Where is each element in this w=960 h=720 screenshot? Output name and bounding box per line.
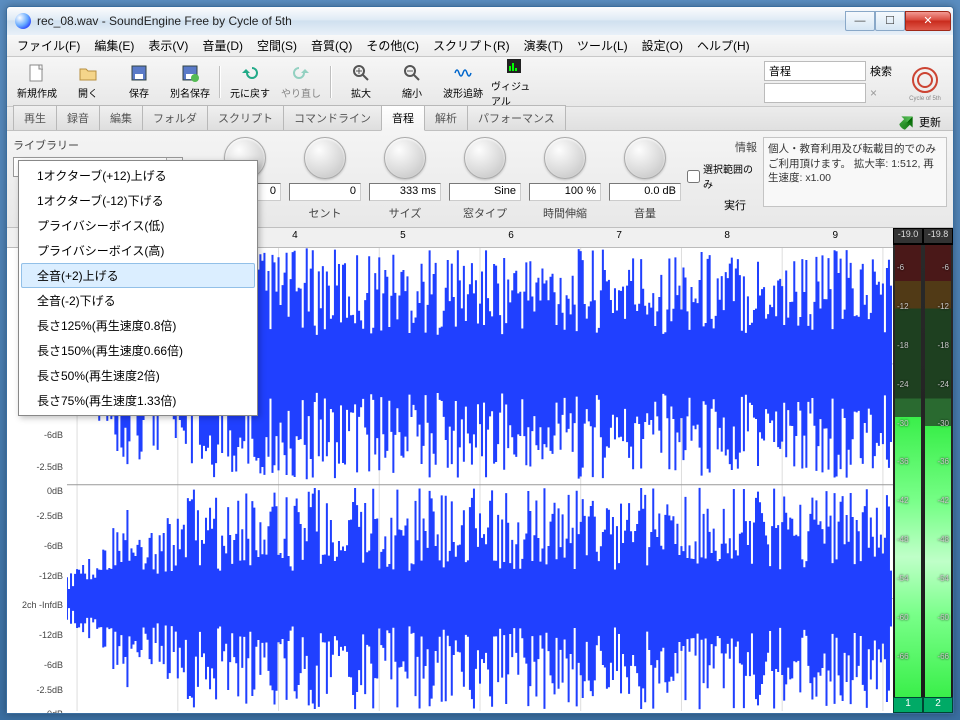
level-meter: -19.0 -19.8 -6-6-12-12-18-18-24-24-30-30… [893,228,953,713]
meter-channel-2[interactable]: 2 [923,697,953,713]
knob-1[interactable] [304,137,346,179]
menu-ヘルプ[interactable]: ヘルプ(H) [691,34,756,57]
refresh-icon [896,111,919,134]
maximize-button[interactable]: ☐ [875,11,905,31]
zoomout-icon [402,63,422,83]
menu-編集[interactable]: 編集(E) [88,34,140,57]
dropdown-item-5[interactable]: 全音(-2)下げる [21,288,255,313]
open-button[interactable]: 開く [64,60,112,104]
value-3[interactable]: Sine [449,183,521,201]
saveas-icon [180,63,200,83]
dropdown-item-6[interactable]: 長さ125%(再生速度0.8倍) [21,313,255,338]
pitch-search-input[interactable] [764,61,866,81]
menu-空間[interactable]: 空間(S) [251,34,303,57]
meter-channel-1[interactable]: 1 [893,697,923,713]
zoomin-button[interactable]: 拡大 [337,60,385,104]
menu-表示[interactable]: 表示(V) [142,34,194,57]
redo-button: やり直し [277,60,325,104]
dropdown-item-0[interactable]: 1オクターブ(+12)上げる [21,163,255,188]
redo-icon [291,63,311,83]
dropdown-item-3[interactable]: プライバシーボイス(高) [21,238,255,263]
zoomout-button[interactable]: 縮小 [388,60,436,104]
update-button[interactable]: 更新 [899,114,947,130]
menu-演奏[interactable]: 演奏(T) [518,34,569,57]
zoomin-icon [351,63,371,83]
tab-0[interactable]: 再生 [13,105,57,130]
dropdown-item-1[interactable]: 1オクターブ(-12)下げる [21,188,255,213]
value-1[interactable]: 0 [289,183,361,201]
meter-peak-right: -19.8 [923,228,953,244]
library-dropdown[interactable]: 1オクターブ(+12)上げる1オクターブ(-12)下げるプライバシーボイス(低)… [18,160,258,416]
selection-only-checkbox[interactable]: 選択範囲のみ [687,161,757,191]
save-button[interactable]: 保存 [115,60,163,104]
tab-2[interactable]: 編集 [99,105,143,130]
close-button[interactable]: ✕ [905,11,951,31]
open-icon [78,63,98,83]
undo-button[interactable]: 元に戻す [226,60,274,104]
menu-その他[interactable]: その他(C) [360,34,425,57]
run-button[interactable]: 実行 [713,197,757,213]
dropdown-item-2[interactable]: プライバシーボイス(低) [21,213,255,238]
value-5[interactable]: 0.0 dB [609,183,681,201]
tab-1[interactable]: 録音 [56,105,100,130]
menu-音質[interactable]: 音質(Q) [305,34,358,57]
tab-strip: 再生録音編集フォルダスクリプトコマンドライン音程解析パフォーマンス 更新 [7,107,953,131]
saveas-button[interactable]: 別名保存 [166,60,214,104]
dropdown-item-4[interactable]: 全音(+2)上げる [21,263,255,288]
dropdown-item-9[interactable]: 長さ75%(再生速度1.33倍) [21,388,255,413]
info-label: 情報 [735,139,757,155]
menu-設定[interactable]: 設定(O) [636,34,689,57]
new-button[interactable]: 新規作成 [13,60,61,104]
menu-音量[interactable]: 音量(D) [196,34,249,57]
value-2[interactable]: 333 ms [369,183,441,201]
menu-スクリプト[interactable]: スクリプト(R) [427,34,516,57]
knob-2[interactable] [384,137,426,179]
menubar: ファイル(F)編集(E)表示(V)音量(D)空間(S)音質(Q)その他(C)スク… [7,35,953,57]
tab-5[interactable]: コマンドライン [283,105,382,130]
knob-3[interactable] [464,137,506,179]
tab-4[interactable]: スクリプト [207,105,284,130]
dropdown-item-8[interactable]: 長さ50%(再生速度2倍) [21,363,255,388]
toolbar: 新規作成開く保存別名保存元に戻すやり直し拡大縮小波形追跡ヴィジュアル 検索 × Cyc… [7,57,953,107]
clear-icon[interactable]: × [870,86,877,100]
knob-4[interactable] [544,137,586,179]
window-title: rec_08.wav - SoundEngine Free by Cycle o… [37,14,839,28]
dropdown-item-7[interactable]: 長さ150%(再生速度0.66倍) [21,338,255,363]
value-4[interactable]: 100 % [529,183,601,201]
new-icon [27,63,47,83]
minimize-button[interactable]: ― [845,11,875,31]
tab-7[interactable]: 解析 [424,105,468,130]
library-label: ライブラリー [13,137,203,153]
app-icon [15,13,31,29]
search-input-2[interactable] [764,83,866,103]
meter-peak-left: -19.0 [893,228,923,244]
menu-ツール[interactable]: ツール(L) [571,34,634,57]
wavefollow-icon [453,63,473,83]
wavefollow-button[interactable]: 波形追跡 [439,60,487,104]
tab-8[interactable]: パフォーマンス [467,105,566,130]
knob-5[interactable] [624,137,666,179]
save-icon [129,63,149,83]
tab-6[interactable]: 音程 [381,105,425,131]
info-box: 個人・教育利用及び転載目的でのみご利用頂けます。 拡大率: 1:512, 再生速… [763,137,947,207]
menu-ファイル[interactable]: ファイル(F) [11,34,86,57]
visual-button[interactable]: ヴィジュアル [490,60,538,104]
svg-text:Cycle of 5th: Cycle of 5th [909,96,941,102]
visual-icon [504,56,524,76]
search-label[interactable]: 検索 [870,63,892,79]
undo-icon [240,63,260,83]
brand-logo: Cycle of 5th [903,62,947,102]
titlebar[interactable]: rec_08.wav - SoundEngine Free by Cycle o… [7,7,953,35]
tab-3[interactable]: フォルダ [142,105,208,130]
